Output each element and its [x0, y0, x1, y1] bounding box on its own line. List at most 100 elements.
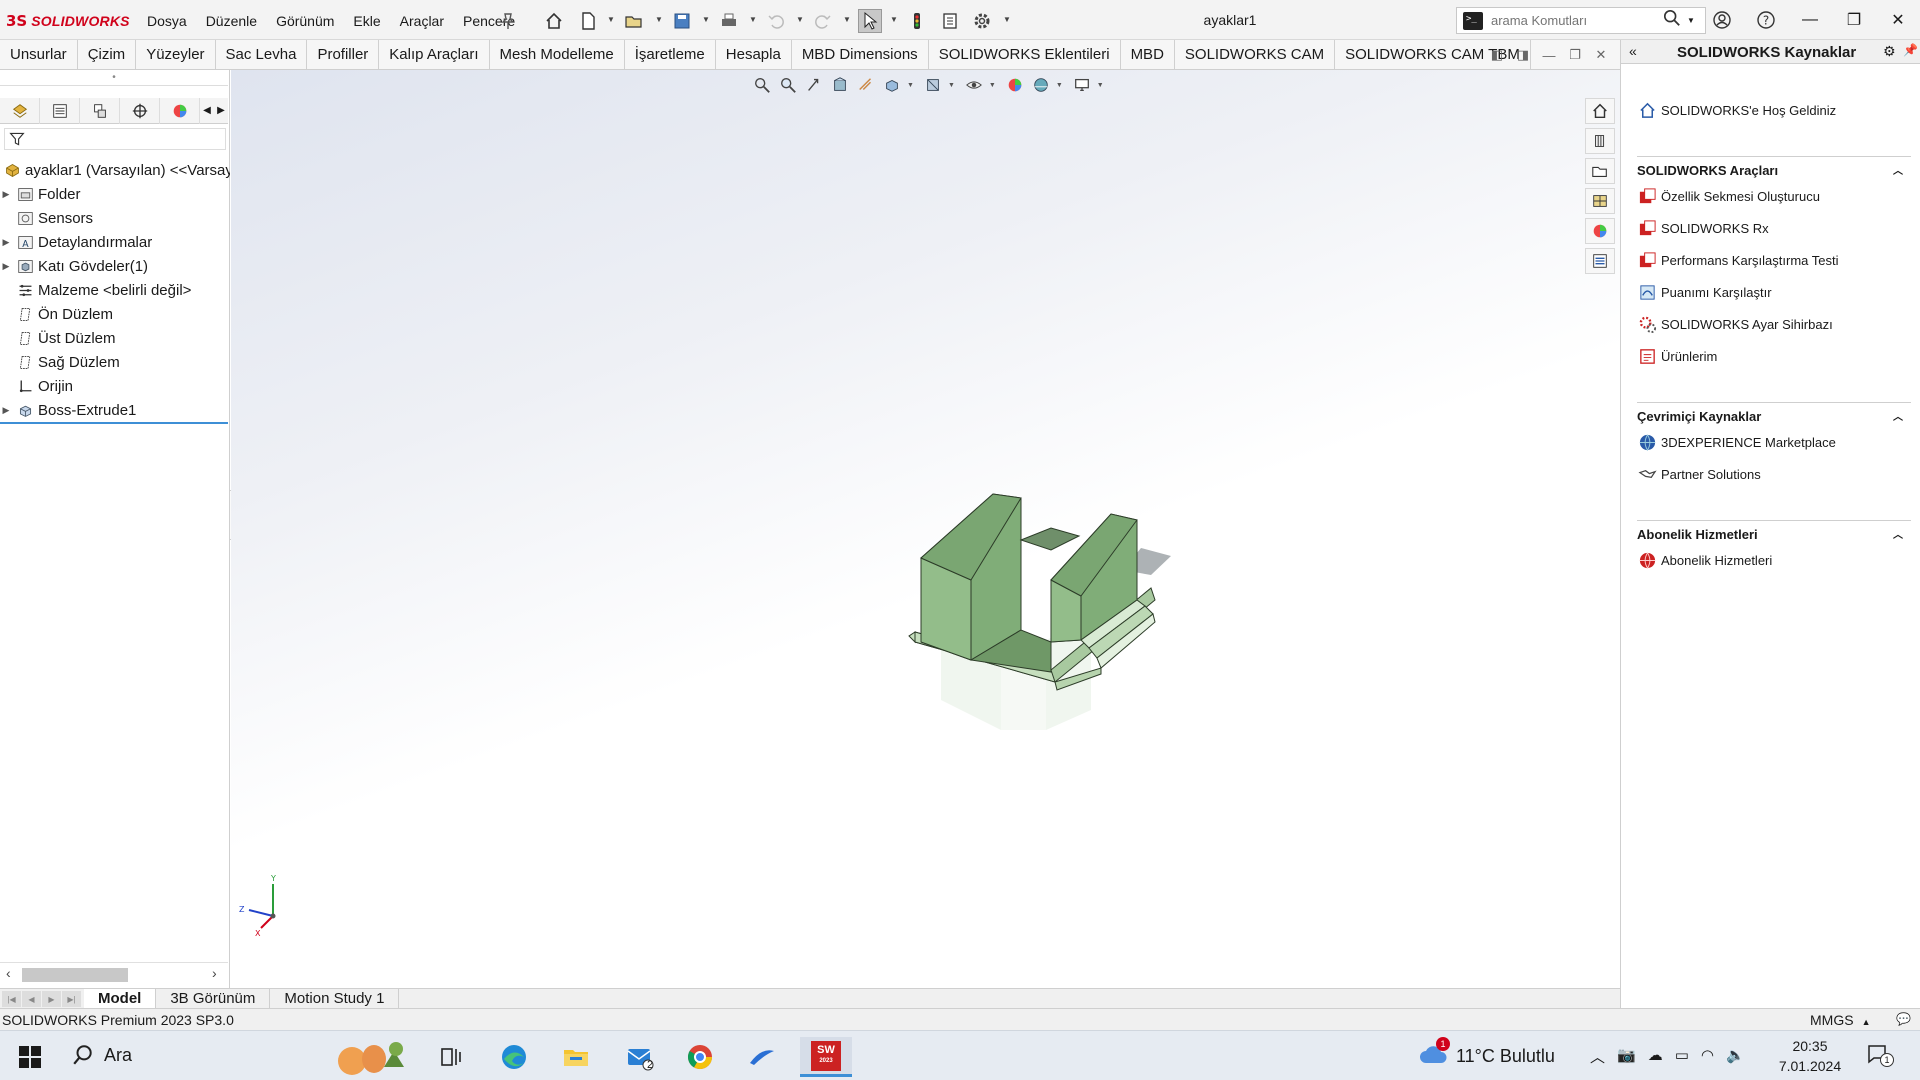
- chrome-browser-icon[interactable]: [680, 1037, 720, 1077]
- tree-item-boss-extrude1[interactable]: ▶ Boss-Extrude1: [0, 398, 230, 422]
- volume-icon[interactable]: 🔈: [1726, 1046, 1745, 1067]
- link-ozellik-sekmesi[interactable]: Özellik Sekmesi Oluşturucu: [1637, 186, 1820, 206]
- property-manager-tab-icon[interactable]: [40, 98, 80, 124]
- display-manager-tab-icon[interactable]: [160, 98, 200, 124]
- help-icon[interactable]: ?: [1744, 0, 1788, 40]
- minimize-icon[interactable]: —: [1788, 0, 1832, 40]
- feature-manager-tab-icon[interactable]: [0, 98, 40, 124]
- print-icon[interactable]: [717, 9, 741, 33]
- taskbar-search[interactable]: Ara: [72, 1044, 132, 1066]
- chevron-down-icon[interactable]: ▼: [890, 15, 898, 24]
- file-explorer-icon[interactable]: [556, 1037, 596, 1077]
- tree-item-kati-govdeler[interactable]: ▶ Katı Gövdeler(1): [0, 254, 230, 278]
- tree-item-ust-duzlem[interactable]: Üst Düzlem: [0, 326, 230, 350]
- windows-start-icon[interactable]: [10, 1037, 50, 1077]
- file-properties-icon[interactable]: [938, 9, 962, 33]
- search-icon[interactable]: [1663, 9, 1681, 32]
- tab-3b-gorunum[interactable]: 3B Görünüm: [156, 989, 271, 1009]
- link-urunlerim[interactable]: Ürünlerim: [1637, 346, 1717, 366]
- menu-duzenle[interactable]: Düzenle: [197, 11, 267, 31]
- save-icon[interactable]: [670, 9, 694, 33]
- file-explorer-icon[interactable]: [1585, 158, 1615, 184]
- welcome-link[interactable]: SOLIDWORKS'e Hoş Geldiniz: [1637, 100, 1836, 120]
- design-library-icon[interactable]: [1585, 128, 1615, 154]
- prev-tab-icon[interactable]: ◀: [22, 991, 41, 1007]
- task-pane-home-icon[interactable]: [1585, 98, 1615, 124]
- rebuild-traffic-light-icon[interactable]: [905, 9, 929, 33]
- tab-mbd[interactable]: MBD: [1121, 40, 1175, 69]
- section-solidworks-araclari[interactable]: SOLIDWORKS Araçları ︿: [1637, 156, 1911, 178]
- chevron-down-icon[interactable]: ▼: [607, 15, 615, 24]
- panel-grip[interactable]: •: [0, 72, 228, 86]
- close-icon[interactable]: ✕: [1876, 0, 1920, 40]
- battery-icon[interactable]: ▭: [1675, 1046, 1689, 1067]
- tree-filter-box[interactable]: [4, 128, 226, 150]
- rollback-bar[interactable]: [0, 422, 228, 424]
- home-icon[interactable]: [542, 9, 566, 33]
- tab-unsurlar[interactable]: Unsurlar: [0, 40, 78, 69]
- previous-view-icon[interactable]: [803, 74, 825, 96]
- display-style-icon[interactable]: [922, 74, 944, 96]
- tab-cizim[interactable]: Çizim: [78, 40, 137, 69]
- restore-icon[interactable]: ❐: [1832, 0, 1876, 40]
- tree-item-on-duzlem[interactable]: Ön Düzlem: [0, 302, 230, 326]
- zoom-to-area-icon[interactable]: [777, 74, 799, 96]
- pin-icon[interactable]: [496, 9, 520, 33]
- link-3dexperience-marketplace[interactable]: 3DEXPERIENCE Marketplace: [1637, 432, 1836, 452]
- chevron-down-icon[interactable]: ▼: [1687, 16, 1695, 25]
- section-abonelik-hizmetleri[interactable]: Abonelik Hizmetleri ︿: [1637, 520, 1911, 542]
- doc-restore-icon[interactable]: ❐: [1566, 46, 1584, 64]
- tab-solidworks-eklentileri[interactable]: SOLIDWORKS Eklentileri: [929, 40, 1121, 69]
- chevron-up-icon[interactable]: ︿: [1893, 526, 1903, 541]
- tab-profiller[interactable]: Profiller: [307, 40, 380, 69]
- tab-model[interactable]: Model: [84, 989, 157, 1009]
- last-tab-icon[interactable]: ▶|: [62, 991, 81, 1007]
- dimxpert-tab-icon[interactable]: [120, 98, 160, 124]
- tree-item-detaylandirmalar[interactable]: ▶ A Detaylandırmalar: [0, 230, 230, 254]
- open-folder-icon[interactable]: [622, 9, 646, 33]
- expand-arrow-icon[interactable]: ▶: [0, 405, 12, 416]
- link-solidworks-rx[interactable]: SOLIDWORKS Rx: [1637, 218, 1769, 238]
- link-abonelik-hizmetleri[interactable]: Abonelik Hizmetleri: [1637, 550, 1772, 570]
- scrollbar-thumb[interactable]: [22, 968, 128, 982]
- tab-kalip-araclari[interactable]: Kalıp Araçları: [379, 40, 490, 69]
- part-3d-model[interactable]: [901, 410, 1231, 790]
- chevron-down-icon[interactable]: ▼: [843, 15, 851, 24]
- expand-arrow-icon[interactable]: ▶: [0, 237, 12, 248]
- link-partner-solutions[interactable]: Partner Solutions: [1637, 464, 1761, 484]
- select-cursor-icon[interactable]: [858, 9, 882, 33]
- apply-scene-icon[interactable]: [1030, 74, 1052, 96]
- tab-sac-levha[interactable]: Sac Levha: [216, 40, 308, 69]
- menu-ekle[interactable]: Ekle: [344, 11, 390, 31]
- wifi-icon[interactable]: ◠: [1701, 1046, 1714, 1067]
- view-settings-monitor-icon[interactable]: [1071, 74, 1093, 96]
- chevron-up-icon[interactable]: ︿: [1893, 162, 1903, 177]
- double-chevron-left-icon[interactable]: «: [1629, 43, 1637, 59]
- app-swoosh-icon[interactable]: [742, 1037, 782, 1077]
- tab-mbd-dimensions[interactable]: MBD Dimensions: [792, 40, 929, 69]
- mail-icon[interactable]: 2: [620, 1037, 660, 1077]
- doc-close-icon[interactable]: ✕: [1592, 46, 1610, 64]
- chevron-down-icon[interactable]: ▼: [1003, 15, 1011, 24]
- expand-arrow-icon[interactable]: ▶: [0, 261, 12, 272]
- new-document-icon[interactable]: [576, 9, 600, 33]
- tree-item-malzeme[interactable]: Malzeme <belirli değil>: [0, 278, 230, 302]
- tab-solidworks-cam[interactable]: SOLIDWORKS CAM: [1175, 40, 1336, 69]
- redo-icon[interactable]: [811, 9, 835, 33]
- graphics-area[interactable]: ▼ ▼ ▼ ▼ ▼ Y Z X: [231, 70, 1620, 988]
- tab-hesapla[interactable]: Hesapla: [716, 40, 792, 69]
- solidworks-logo[interactable]: 3S SOLIDWORKS: [6, 10, 130, 32]
- chevron-down-icon[interactable]: ▼: [702, 15, 710, 24]
- next-tab-icon[interactable]: ▶: [42, 991, 61, 1007]
- tab-yuzeyler[interactable]: Yüzeyler: [136, 40, 216, 69]
- tree-item-orijin[interactable]: Orijin: [0, 374, 230, 398]
- chevron-down-icon[interactable]: ▼: [749, 15, 757, 24]
- hide-show-items-icon[interactable]: [963, 74, 985, 96]
- menu-gorunum[interactable]: Görünüm: [267, 11, 344, 31]
- undo-icon[interactable]: [764, 9, 788, 33]
- expand-arrow-icon[interactable]: ▶: [0, 189, 12, 200]
- unit-system-selector[interactable]: MMGS ▲: [1810, 1012, 1870, 1028]
- chevron-up-icon[interactable]: ︿: [1893, 408, 1903, 423]
- chevron-down-icon[interactable]: ▼: [655, 15, 663, 24]
- menu-araclar[interactable]: Araçlar: [391, 11, 454, 31]
